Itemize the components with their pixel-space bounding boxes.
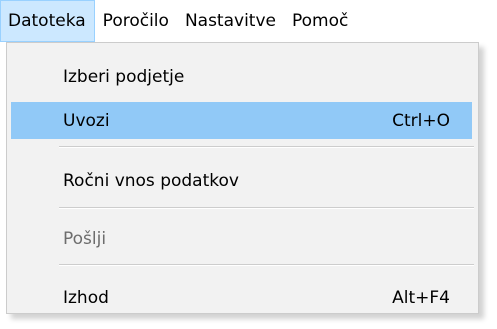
menu-item-rocni-vnos[interactable]: Ročni vnos podatkov xyxy=(11,162,472,199)
application-window: Datoteka Poročilo Nastavitve Pomoč Izber… xyxy=(0,0,497,329)
menu-porocilo-label: Poročilo xyxy=(102,11,169,31)
menu-separator-highlight xyxy=(59,147,474,148)
menu-item-shortcut: Alt+F4 xyxy=(392,287,450,308)
menu-datoteka-label: Datoteka xyxy=(8,11,86,31)
menu-nastavitve-label: Nastavitve xyxy=(184,11,276,31)
menu-item-label: Uvozi xyxy=(63,110,110,131)
menu-item-label: Ročni vnos podatkov xyxy=(63,170,239,191)
file-dropdown-menu: Izberi podjetje Uvozi Ctrl+O Ročni vnos … xyxy=(6,42,479,314)
menu-item-poslji: Pošlji xyxy=(11,220,472,257)
menu-item-shortcut: Ctrl+O xyxy=(392,110,450,131)
menubar: Datoteka Poročilo Nastavitve Pomoč xyxy=(0,0,497,42)
menu-item-label: Izhod xyxy=(63,287,109,308)
menu-item-izberi-podjetje[interactable]: Izberi podjetje xyxy=(11,58,472,95)
menu-porocilo[interactable]: Poročilo xyxy=(95,0,177,42)
menu-separator-highlight xyxy=(59,208,474,209)
menu-item-label: Izberi podjetje xyxy=(63,66,185,87)
menu-separator-highlight xyxy=(59,265,474,266)
menu-item-uvozi[interactable]: Uvozi Ctrl+O xyxy=(11,102,472,139)
menu-item-izhod[interactable]: Izhod Alt+F4 xyxy=(11,279,472,316)
menu-item-label: Pošlji xyxy=(63,228,107,249)
menu-datoteka[interactable]: Datoteka xyxy=(0,0,95,42)
menu-pomoc-label: Pomoč xyxy=(291,11,349,31)
menu-pomoc[interactable]: Pomoč xyxy=(284,0,356,42)
menu-nastavitve[interactable]: Nastavitve xyxy=(177,0,284,42)
